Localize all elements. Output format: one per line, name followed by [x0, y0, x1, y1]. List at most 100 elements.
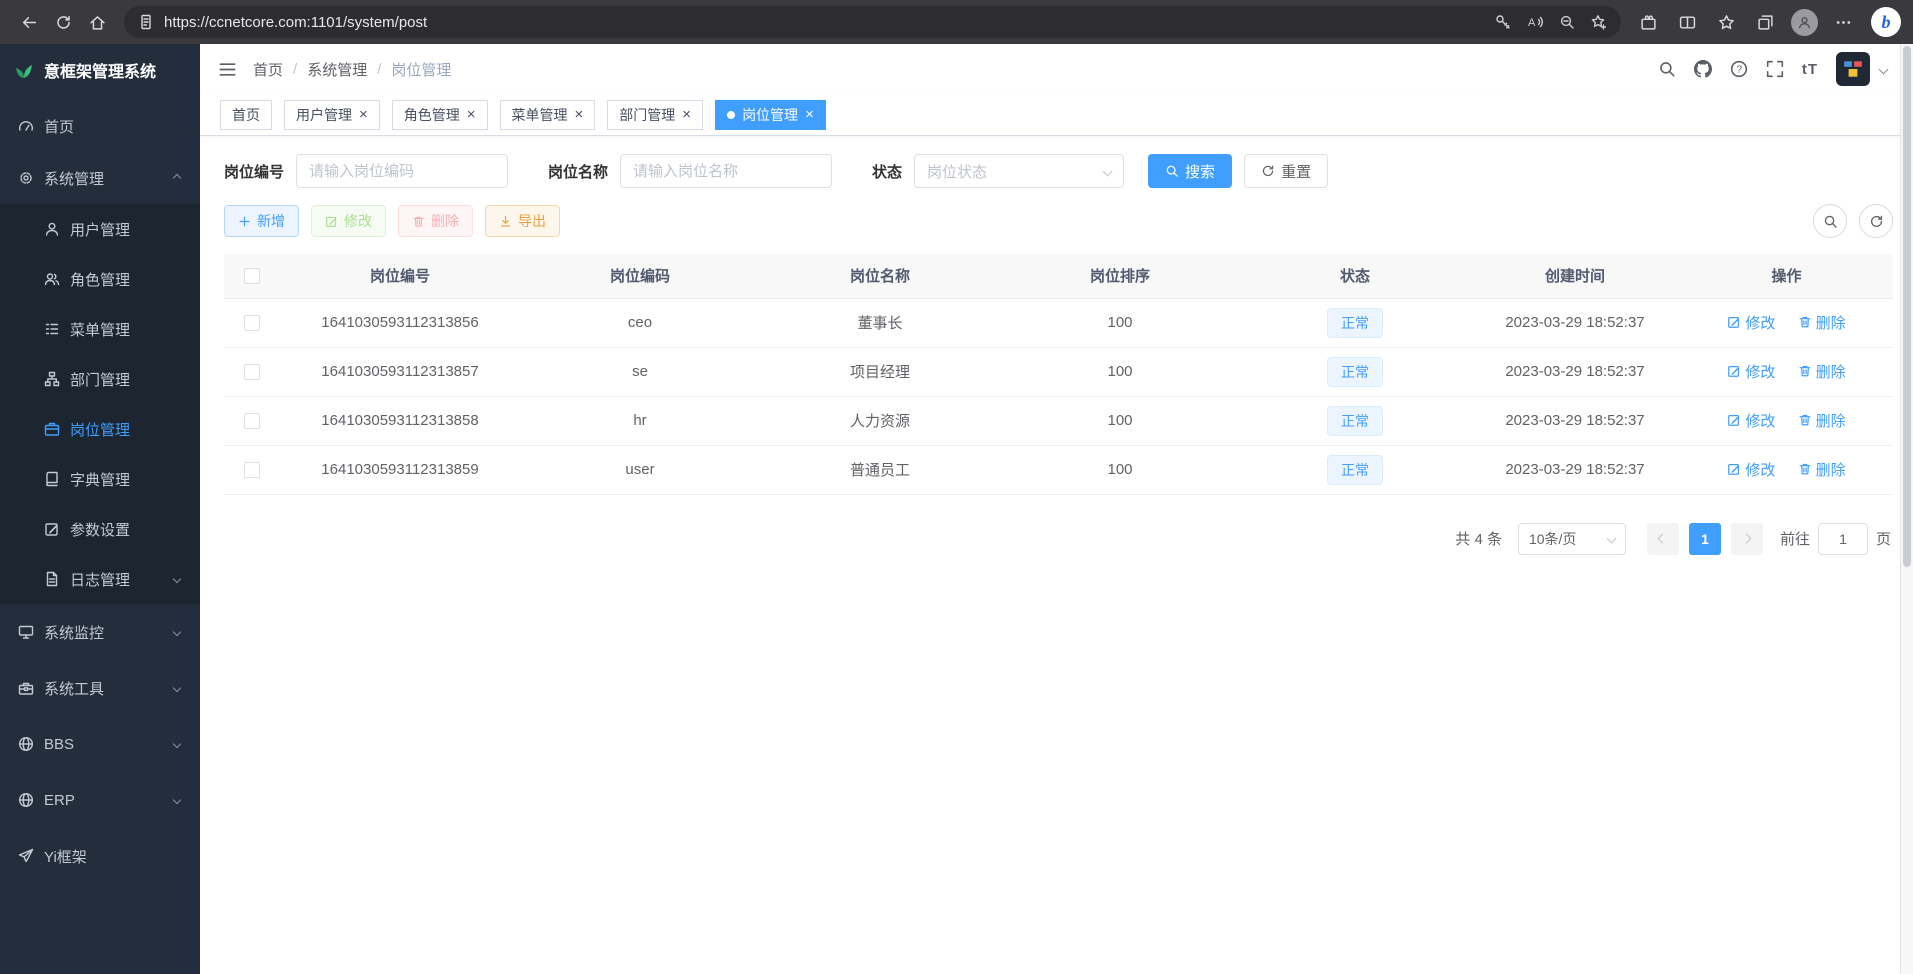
address-bar[interactable]: https://ccnetcore.com:1101/system/post A — [124, 6, 1621, 38]
sidebar-item-dict-mgmt[interactable]: 字典管理 — [0, 454, 200, 504]
tab-close-icon[interactable]: × — [682, 107, 691, 122]
reset-button[interactable]: 重置 — [1244, 154, 1328, 188]
svg-text:A: A — [1528, 17, 1536, 29]
chevron-up-icon — [173, 174, 181, 182]
favorites-button[interactable] — [1709, 5, 1743, 39]
next-page-button[interactable] — [1731, 523, 1763, 555]
status-select[interactable]: 岗位状态 — [914, 154, 1124, 188]
sidebar-item-system-tools[interactable]: 系统工具 — [0, 660, 200, 716]
tab-post-mgmt[interactable]: 岗位管理× — [715, 100, 826, 130]
edit-icon — [1727, 364, 1741, 378]
profile-button[interactable] — [1787, 5, 1821, 39]
tab-dept-mgmt[interactable]: 部门管理× — [607, 100, 703, 130]
pagination: 共 4 条 10条/页 1 前往 页 — [224, 523, 1893, 555]
sidebar-item-param-settings[interactable]: 参数设置 — [0, 504, 200, 554]
search-icon — [1165, 164, 1179, 178]
row-edit-link[interactable]: 修改 — [1727, 361, 1775, 382]
prev-page-button[interactable] — [1647, 523, 1679, 555]
app-logo: 意框架管理系统 — [0, 44, 200, 96]
breadcrumb-home[interactable]: 首页 — [253, 59, 283, 80]
browser-home-button[interactable] — [80, 5, 114, 39]
tab-close-icon[interactable]: × — [575, 107, 584, 122]
tab-close-icon[interactable]: × — [467, 107, 476, 122]
refresh-table-button[interactable] — [1859, 204, 1893, 238]
add-button[interactable]: 新增 — [224, 205, 299, 237]
row-edit-link[interactable]: 修改 — [1727, 312, 1775, 333]
browser-back-button[interactable] — [12, 5, 46, 39]
post-name-input[interactable] — [620, 154, 832, 188]
sidebar-item-role-mgmt[interactable]: 角色管理 — [0, 254, 200, 304]
edit-button[interactable]: 修改 — [311, 205, 386, 237]
cell-post-name: 董事长 — [760, 298, 1000, 347]
tab-role-mgmt[interactable]: 角色管理× — [392, 100, 488, 130]
copilot-icon[interactable]: b — [1871, 7, 1901, 37]
split-screen-button[interactable] — [1670, 5, 1704, 39]
select-all-checkbox[interactable] — [244, 268, 260, 284]
tab-home[interactable]: 首页 — [220, 100, 272, 130]
page-size-select[interactable]: 10条/页 — [1518, 523, 1626, 555]
row-checkbox[interactable] — [244, 364, 260, 380]
sidebar-item-erp[interactable]: ERP — [0, 772, 200, 828]
delete-button[interactable]: 删除 — [398, 205, 473, 237]
post-id-input[interactable] — [296, 154, 508, 188]
row-edit-link[interactable]: 修改 — [1727, 459, 1775, 480]
search-button[interactable]: 搜索 — [1148, 154, 1232, 188]
row-delete-link[interactable]: 删除 — [1798, 312, 1846, 333]
row-delete-link[interactable]: 删除 — [1798, 410, 1846, 431]
sidebar-item-system-mgmt[interactable]: 系统管理 — [0, 152, 200, 204]
sidebar-item-dept-mgmt[interactable]: 部门管理 — [0, 354, 200, 404]
sidebar-item-yi-framework[interactable]: Yi框架 — [0, 828, 200, 884]
page-number-button[interactable]: 1 — [1689, 523, 1721, 555]
browser-refresh-button[interactable] — [46, 5, 80, 39]
github-icon[interactable] — [1694, 60, 1712, 78]
user-avatar[interactable] — [1836, 52, 1870, 86]
sidebar-item-user-mgmt[interactable]: 用户管理 — [0, 204, 200, 254]
sidebar-toggle[interactable] — [218, 60, 237, 79]
page-scrollbar[interactable] — [1900, 44, 1913, 974]
row-checkbox[interactable] — [244, 413, 260, 429]
breadcrumb-current: 岗位管理 — [391, 59, 451, 80]
row-checkbox[interactable] — [244, 315, 260, 331]
sidebar-item-system-monitor[interactable]: 系统监控 — [0, 604, 200, 660]
fullscreen-icon[interactable] — [1766, 60, 1784, 78]
trash-icon — [1798, 413, 1812, 427]
extensions-button[interactable] — [1631, 5, 1665, 39]
scrollbar-thumb[interactable] — [1903, 46, 1911, 567]
tab-close-icon[interactable]: × — [805, 107, 814, 122]
topbar: 首页 / 系统管理 / 岗位管理 ? tT — [200, 44, 1913, 94]
sidebar-item-bbs[interactable]: BBS — [0, 716, 200, 772]
breadcrumb-system[interactable]: 系统管理 — [307, 59, 367, 80]
tab-close-icon[interactable]: × — [359, 107, 368, 122]
sidebar-item-menu-mgmt[interactable]: 菜单管理 — [0, 304, 200, 354]
sidebar-item-home[interactable]: 首页 — [0, 100, 200, 152]
chevron-down-icon — [1607, 534, 1617, 544]
row-delete-link[interactable]: 删除 — [1798, 459, 1846, 480]
collections-button[interactable] — [1748, 5, 1782, 39]
row-delete-link[interactable]: 删除 — [1798, 361, 1846, 382]
tab-user-mgmt[interactable]: 用户管理× — [284, 100, 380, 130]
star-add-icon[interactable] — [1591, 14, 1607, 30]
row-checkbox[interactable] — [244, 462, 260, 478]
trash-icon — [1798, 462, 1812, 476]
goto-page-input[interactable] — [1818, 523, 1868, 555]
breadcrumb: 首页 / 系统管理 / 岗位管理 — [253, 59, 451, 80]
export-button[interactable]: 导出 — [485, 205, 560, 237]
browser-menu-button[interactable] — [1826, 5, 1860, 39]
zoom-out-icon[interactable] — [1559, 14, 1575, 30]
menu-list-icon — [44, 321, 60, 337]
briefcase-icon — [44, 421, 60, 437]
key-icon[interactable] — [1495, 14, 1511, 30]
chevron-down-icon — [173, 684, 181, 692]
row-edit-link[interactable]: 修改 — [1727, 410, 1775, 431]
help-icon[interactable]: ? — [1730, 60, 1748, 78]
avatar-caret-icon[interactable] — [1879, 64, 1889, 74]
trash-icon — [1798, 315, 1812, 329]
search-icon[interactable] — [1658, 60, 1676, 78]
sidebar-item-post-mgmt[interactable]: 岗位管理 — [0, 404, 200, 454]
font-size-icon[interactable]: tT — [1802, 61, 1818, 78]
tab-menu-mgmt[interactable]: 菜单管理× — [500, 100, 596, 130]
show-search-toggle-button[interactable] — [1813, 204, 1847, 238]
sidebar-item-log-mgmt[interactable]: 日志管理 — [0, 554, 200, 604]
read-aloud-icon[interactable]: A — [1527, 14, 1543, 30]
site-info-icon[interactable] — [138, 14, 154, 30]
